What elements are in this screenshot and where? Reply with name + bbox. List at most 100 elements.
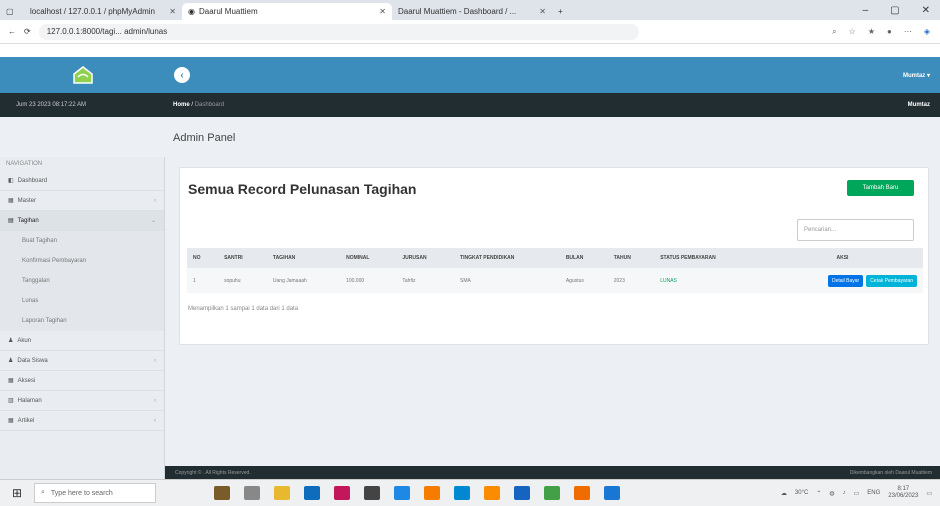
close-tab-icon[interactable]: ✕ [539, 7, 546, 16]
terminal-icon[interactable] [364, 486, 380, 500]
sidebar-toggle-button[interactable]: ‹ [174, 67, 190, 83]
address-bar-row: ← ⟳ 127.0.0.1:8000/tagi... admin/lunas ⌕… [0, 20, 940, 44]
url-field[interactable]: 127.0.0.1:8000/tagi... admin/lunas [38, 23, 639, 40]
taskbar-search-placeholder: Type here to search [50, 489, 113, 497]
sidebar-item-artikel[interactable]: ▦ Artikel ‹ [0, 411, 164, 431]
sidebar-item-akun[interactable]: ♟ Akun [0, 331, 164, 351]
cell-aksi: Detail Bayar Cetak Pembayaran [761, 268, 923, 293]
col-jurusan: JURUSAN [396, 248, 455, 268]
windows-start-icon[interactable]: ⊞ [6, 482, 28, 504]
sidebar-item-dashboard[interactable]: ◧ Dashboard [0, 171, 164, 191]
browser-toolbar: ⌕ ☆ ★ ● ⋯ ◈ [832, 27, 940, 37]
chevron-left-icon: ‹ [154, 357, 156, 364]
close-tab-icon[interactable]: ✕ [379, 7, 386, 16]
weather-temp: 30°C [794, 490, 809, 496]
table-info: Menampilkan 1 sampai 1 data dari 1 data [188, 306, 299, 312]
sidebar-subitem-laporan[interactable]: Laporan Tagihan [0, 311, 164, 331]
add-new-button[interactable]: Tambah Baru [847, 180, 914, 196]
sidebar-logo[interactable] [0, 57, 165, 93]
sidebar-subitem-buat-tagihan[interactable]: Buat Tagihan [0, 231, 164, 251]
minimize-icon[interactable]: – [863, 5, 869, 16]
sidebar-item-label: Data Siswa [17, 357, 48, 364]
search-icon: ⌕ [41, 489, 45, 496]
sidebar-subitem-konfirmasi[interactable]: Konfirmasi Pembayaran [0, 251, 164, 271]
tab-actions-icon: ▢ [6, 7, 14, 16]
mail-icon[interactable] [304, 486, 320, 500]
sidebar-spacer [0, 117, 165, 157]
main-content: Admin Panel Semua Record Pelunasan Tagih… [165, 117, 940, 479]
close-tab-icon[interactable]: ✕ [169, 7, 176, 16]
weather-icon[interactable]: ☁ [781, 490, 787, 497]
vlc-icon[interactable] [574, 486, 590, 500]
col-tingkat: TINGKAT PENDIDIKAN [454, 248, 560, 268]
col-status: STATUS PEMBAYARAN [654, 248, 762, 268]
tab-phpmyadmin[interactable]: localhost / 127.0.0.1 / phpMyAdmin ✕ [24, 3, 182, 20]
page-title: Admin Panel [173, 132, 236, 144]
sidebar-item-label: Master [17, 197, 37, 204]
student-icon: ♟ [8, 358, 14, 364]
store-icon[interactable] [334, 486, 350, 500]
col-santri: SANTRI [218, 248, 267, 268]
cell-no: 1 [187, 268, 219, 293]
volume-icon[interactable]: ♪ [843, 490, 846, 496]
status-badge: LUNAS [654, 268, 762, 293]
back-icon[interactable]: ← [8, 27, 16, 36]
file-explorer-icon[interactable] [274, 486, 290, 500]
records-table: NO SANTRI TAGIHAN NOMINAL JURUSAN TINGKA… [187, 248, 923, 293]
cell-tingkat: SMA [454, 268, 560, 293]
cell-jurusan: Tahfiz [396, 268, 455, 293]
breadcrumb-home[interactable]: Home [173, 102, 190, 108]
tab-daarul[interactable]: ◉ Daarul Muattiem ✕ [182, 3, 392, 20]
detail-bayar-button[interactable]: Detail Bayar [827, 274, 864, 287]
sidebar-subitem-tanggalan[interactable]: Tanggalan [0, 271, 164, 291]
grid-icon: ▦ [8, 378, 14, 384]
chrome-icon[interactable] [544, 486, 560, 500]
sidebar-item-tagihan[interactable]: ▤ Tagihan ⌄ [0, 211, 164, 231]
cell-tahun: 2023 [607, 268, 655, 293]
col-aksi: AKSI [761, 248, 923, 268]
notes-icon[interactable] [424, 486, 440, 500]
breadcrumb-current: Dashboard [194, 102, 225, 108]
xampp-icon[interactable] [484, 486, 500, 500]
user-menu[interactable]: Mumtaz ▾ [903, 72, 930, 79]
reload-icon[interactable]: ⟳ [24, 27, 31, 36]
zoom-icon[interactable]: ⌕ [832, 27, 836, 37]
more-icon[interactable]: ⋯ [904, 27, 912, 37]
cell-bulan: Agustus [559, 268, 608, 293]
new-tab-button[interactable]: + [552, 3, 568, 20]
favorites-icon[interactable]: ★ [868, 27, 875, 37]
sidebar-item-master[interactable]: ▦ Master ‹ [0, 191, 164, 211]
network-icon[interactable]: ◍ [829, 490, 834, 497]
tab-dashboard[interactable]: Daarul Muattiem - Dashboard / ... ✕ [392, 3, 552, 20]
edge-icon[interactable]: ◈ [924, 27, 930, 37]
profile-icon[interactable]: ● [887, 27, 892, 37]
url-text: 127.0.0.1:8000/tagi... admin/lunas [46, 27, 168, 36]
people-icon[interactable] [214, 486, 230, 500]
edge-icon[interactable] [454, 486, 470, 500]
search-input[interactable]: Pencarian... [797, 219, 914, 241]
table-header-row: NO SANTRI TAGIHAN NOMINAL JURUSAN TINGKA… [187, 248, 923, 268]
page-icon: ▥ [8, 398, 14, 404]
tab-actions-button[interactable]: ▢ [0, 3, 24, 20]
sidebar-item-halaman[interactable]: ▥ Halaman ‹ [0, 391, 164, 411]
app-icon[interactable] [514, 486, 530, 500]
footer-credit: Dikembangkan oleh Daarul Muattiem [849, 469, 932, 476]
cetak-pembayaran-button[interactable]: Cetak Pembayaran [866, 274, 917, 287]
star-icon[interactable]: ☆ [849, 27, 856, 37]
sidebar-subitem-lunas[interactable]: Lunas [0, 291, 164, 311]
time-text: 8:17 [897, 486, 910, 493]
tray-chevron-icon[interactable]: ⌃ [816, 490, 821, 497]
notification-icon[interactable]: ▭ [926, 490, 932, 497]
taskbar-search[interactable]: ⌕ Type here to search [34, 483, 156, 503]
clock[interactable]: 8:17 23/06/2023 [888, 486, 918, 499]
task-view-icon[interactable] [244, 486, 260, 500]
sidebar-item-data-siswa[interactable]: ♟ Data Siswa ‹ [0, 351, 164, 371]
keyboard-lang[interactable]: ENG [867, 490, 880, 496]
close-window-icon[interactable]: ✕ [922, 5, 930, 16]
vscode-icon[interactable] [394, 486, 410, 500]
maximize-icon[interactable]: ▢ [890, 5, 899, 16]
outlook-icon[interactable] [604, 486, 620, 500]
sidebar-item-aksesi[interactable]: ▦ Aksesi [0, 371, 164, 391]
favicon-icon: ◉ [188, 7, 195, 16]
battery-icon[interactable]: ▭ [854, 490, 860, 497]
